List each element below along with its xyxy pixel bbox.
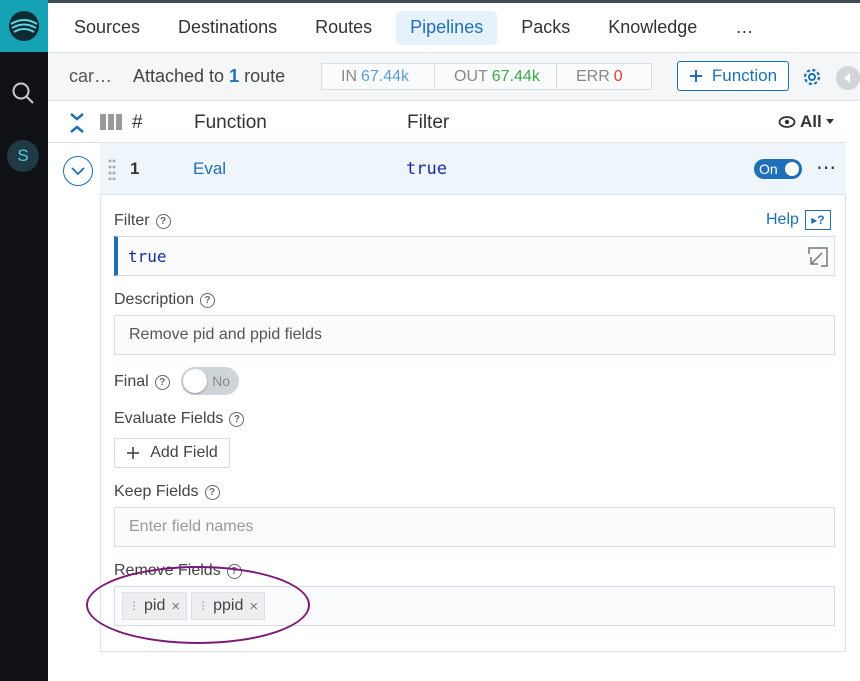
- final-toggle-label: No: [212, 373, 230, 389]
- filter-label: Filter ?: [114, 212, 171, 230]
- pipeline-stats: IN 67.44k OUT 67.44k ERR 0: [321, 63, 652, 90]
- expand-function-button[interactable]: [63, 156, 93, 186]
- function-name[interactable]: Eval: [193, 159, 226, 179]
- final-label-text: Final: [114, 373, 149, 390]
- column-function: Function: [194, 112, 267, 133]
- stat-in: IN 67.44k: [322, 64, 434, 89]
- close-icon[interactable]: ×: [249, 598, 258, 615]
- caret-down-icon: [825, 119, 834, 124]
- help-circle-icon[interactable]: ?: [155, 213, 171, 229]
- pipeline-toolbar: car… Attached to 1 route IN 67.44k OUT 67.…: [48, 53, 860, 101]
- functions-header: # Function Filter All: [48, 101, 846, 143]
- stat-err-label: ERR: [576, 67, 610, 85]
- tab-pipelines[interactable]: Pipelines: [396, 10, 498, 45]
- field-tag-ppid[interactable]: ⋮ ppid ×: [191, 592, 266, 620]
- help-circle-icon[interactable]: ?: [204, 484, 220, 500]
- drag-handle-icon[interactable]: ⋮: [129, 601, 139, 612]
- gear-icon[interactable]: [801, 66, 823, 88]
- function-row[interactable]: 1 Eval true On ⋯: [100, 143, 846, 195]
- help-link[interactable]: Help ▸?: [766, 210, 831, 230]
- columns-icon[interactable]: [100, 113, 122, 131]
- keep-fields-input[interactable]: Enter field names: [114, 507, 835, 547]
- view-filter-label: All: [800, 112, 822, 131]
- tab-packs[interactable]: Packs: [507, 11, 584, 45]
- attached-prefix: Attached to: [133, 66, 230, 86]
- stat-out-value: 67.44k: [491, 67, 540, 85]
- stat-in-value: 67.44k: [361, 67, 410, 85]
- description-label-text: Description: [114, 291, 195, 308]
- app-logo-icon[interactable]: [0, 0, 48, 52]
- left-rail: S: [0, 0, 48, 681]
- final-label: Final ?: [114, 373, 170, 391]
- function-filter: true: [406, 159, 447, 179]
- filter-expression: true: [128, 247, 167, 266]
- stat-err-value: 0: [613, 67, 623, 85]
- help-panel-icon: ▸?: [804, 210, 831, 230]
- chevron-left-icon: [844, 73, 850, 83]
- drag-handle-icon[interactable]: [108, 158, 116, 180]
- add-field-button[interactable]: Add Field: [114, 438, 230, 468]
- field-tag-pid[interactable]: ⋮ pid ×: [122, 592, 188, 620]
- function-number: 1: [130, 159, 140, 178]
- tag-label: pid: [144, 597, 166, 614]
- attached-suffix: route: [239, 66, 286, 86]
- help-circle-icon[interactable]: ?: [229, 411, 245, 427]
- help-circle-icon[interactable]: ?: [154, 374, 170, 390]
- plus-icon: [689, 70, 702, 82]
- eye-icon: [778, 116, 796, 128]
- function-enabled-toggle[interactable]: On: [754, 159, 802, 179]
- tag-label: ppid: [213, 597, 244, 614]
- filter-expression-editor[interactable]: true: [114, 236, 835, 276]
- chevron-down-icon: [71, 167, 85, 176]
- help-circle-icon[interactable]: ?: [200, 292, 216, 308]
- help-circle-icon[interactable]: ?: [226, 563, 242, 579]
- expand-editor-icon[interactable]: [808, 247, 828, 267]
- remove-fields-label: Remove Fields ?: [114, 562, 242, 580]
- collapse-all-icon[interactable]: [68, 111, 86, 135]
- search-icon[interactable]: [10, 80, 36, 106]
- pipeline-name[interactable]: car…: [69, 66, 112, 87]
- collapse-panel-button[interactable]: [836, 66, 860, 90]
- evaluate-fields-label-text: Evaluate Fields: [114, 410, 224, 427]
- plus-icon: [127, 447, 140, 459]
- tab-sources[interactable]: Sources: [60, 11, 154, 45]
- avatar[interactable]: S: [7, 140, 39, 172]
- tab-knowledge[interactable]: Knowledge: [594, 11, 711, 45]
- top-nav: Sources Destinations Routes Pipelines Pa…: [48, 0, 860, 53]
- add-function-button[interactable]: Function: [677, 61, 789, 91]
- final-toggle[interactable]: No: [181, 367, 239, 395]
- stat-in-label: IN: [341, 67, 357, 85]
- stat-out: OUT 67.44k: [434, 64, 556, 89]
- column-filter: Filter: [407, 112, 450, 133]
- attached-routes[interactable]: Attached to 1 route: [133, 66, 285, 87]
- nav-more-button[interactable]: …: [721, 11, 767, 45]
- remove-fields-label-text: Remove Fields: [114, 562, 221, 579]
- tab-routes[interactable]: Routes: [301, 11, 386, 45]
- help-link-label: Help: [766, 211, 799, 228]
- add-function-label: Function: [711, 66, 778, 85]
- drag-handle-icon[interactable]: ⋮: [198, 601, 208, 612]
- filter-label-text: Filter: [114, 212, 150, 229]
- view-filter-dropdown[interactable]: All: [778, 112, 834, 132]
- remove-fields-input[interactable]: ⋮ pid × ⋮ ppid ×: [114, 586, 835, 626]
- keep-fields-label: Keep Fields ?: [114, 483, 220, 501]
- description-label: Description ?: [114, 291, 216, 309]
- toggle-on-label: On: [759, 161, 778, 177]
- row-menu-button[interactable]: ⋯: [816, 155, 837, 180]
- stat-err: ERR 0: [556, 64, 651, 89]
- stat-out-label: OUT: [454, 67, 488, 85]
- add-field-label: Add Field: [150, 444, 218, 461]
- keep-fields-label-text: Keep Fields: [114, 483, 199, 500]
- attached-count: 1: [229, 66, 240, 86]
- column-number: #: [132, 112, 143, 133]
- evaluate-fields-label: Evaluate Fields ?: [114, 410, 245, 428]
- function-config-panel: Filter ? Help ▸? true Description ? Remo…: [100, 195, 846, 652]
- close-icon[interactable]: ×: [171, 598, 180, 615]
- tab-destinations[interactable]: Destinations: [164, 11, 291, 45]
- description-input[interactable]: Remove pid and ppid fields: [114, 315, 835, 355]
